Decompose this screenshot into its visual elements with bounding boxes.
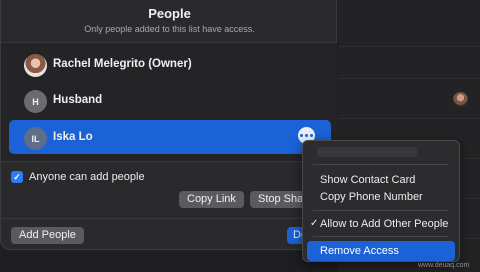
stop-sharing-button[interactable]: Stop Sharing <box>250 191 310 208</box>
menu-separator <box>313 236 449 237</box>
menu-item-remove-access[interactable]: Remove Access <box>307 241 455 261</box>
sheet-title: People <box>148 6 191 21</box>
menu-item-label: Allow to Add Other People <box>320 218 449 230</box>
menu-item-label: Copy Phone Number <box>320 191 423 203</box>
menu-header-placeholder <box>317 147 417 157</box>
avatar: H <box>24 90 47 113</box>
background-row-divider <box>338 46 480 47</box>
person-row-owner[interactable]: Rachel Melegrito (Owner) <box>9 47 331 81</box>
menu-item-copy-phone-number[interactable]: Copy Phone Number <box>307 187 455 207</box>
ellipsis-icon <box>300 134 303 137</box>
menu-separator <box>313 210 449 211</box>
menu-item-allow-add-people[interactable]: ✓ Allow to Add Other People <box>307 214 455 234</box>
background-row-divider <box>338 78 480 79</box>
checkmark-icon: ✓ <box>310 218 319 229</box>
copy-link-button[interactable]: Copy Link <box>179 191 244 208</box>
person-name: Iska Lo <box>53 131 93 143</box>
anyone-can-add-checkbox[interactable]: ✓ <box>11 171 23 183</box>
person-context-menu: Show Contact Card Copy Phone Number ✓ Al… <box>302 140 460 262</box>
person-name: Rachel Melegrito (Owner) <box>53 58 192 70</box>
person-row-iska-lo[interactable]: IL Iska Lo <box>9 120 331 154</box>
people-sheet: People Only people added to this list ha… <box>0 0 337 250</box>
anyone-can-add-option: ✓ Anyone can add people <box>11 170 145 184</box>
watermark: www.deuaq.com <box>418 262 470 269</box>
avatar <box>24 54 47 77</box>
anyone-can-add-label: Anyone can add people <box>29 171 145 183</box>
add-people-button[interactable]: Add People <box>11 227 84 244</box>
avatar: IL <box>24 127 47 150</box>
person-name: Husband <box>53 94 103 106</box>
menu-separator <box>313 164 449 165</box>
menu-item-label: Remove Access <box>320 245 399 257</box>
person-row-husband[interactable]: H Husband <box>9 83 331 117</box>
background-avatar <box>453 92 468 107</box>
background-row-divider <box>338 118 480 119</box>
sheet-subtitle: Only people added to this list have acce… <box>84 24 255 34</box>
ellipsis-dot <box>305 134 308 137</box>
ellipsis-dot <box>310 134 313 137</box>
footer-divider <box>1 218 337 219</box>
people-list: Rachel Melegrito (Owner) H Husband IL Is… <box>1 42 337 162</box>
menu-item-label: Show Contact Card <box>320 174 416 186</box>
